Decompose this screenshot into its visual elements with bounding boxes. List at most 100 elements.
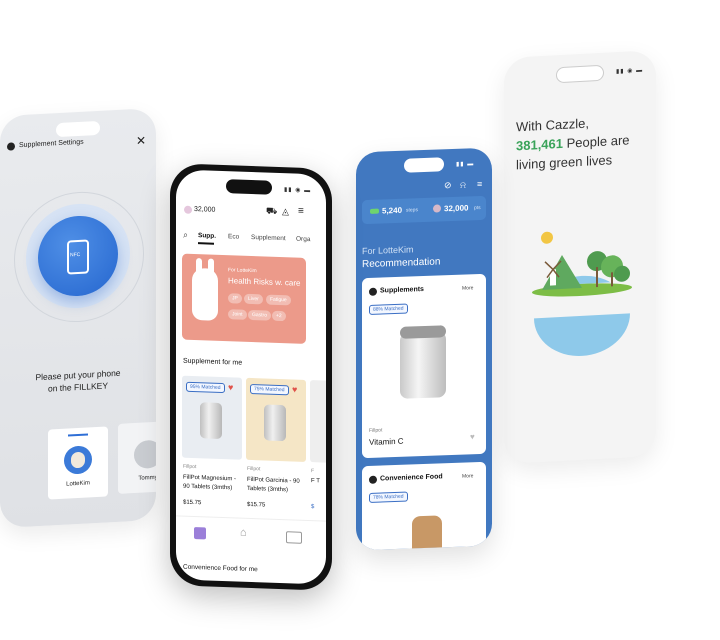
product-brand: Fillpot (369, 427, 383, 434)
tab-supplement[interactable]: Supplement (251, 234, 286, 242)
supplements-icon (369, 287, 377, 296)
heart-icon[interactable]: ♥ (292, 384, 297, 394)
risk-tag: Joint (228, 309, 247, 320)
phone-notch (56, 120, 100, 138)
greeting: For LotteKim (362, 244, 414, 257)
points-unit: pts (474, 205, 481, 212)
food-image (412, 515, 442, 551)
eco-illustration (532, 231, 632, 356)
banner-title: Health Risks w. care (228, 276, 301, 288)
product-name: FillPot Magnesium - 90 Tablets (3mths) (183, 474, 237, 492)
home-screen: ▮▮ ◉ ▬ 32,000 ⛟ ◬ ≡ ⌕ Supp. Eco Suppleme… (176, 169, 326, 585)
phone-supplement-settings: Supplement Settings ✕ NFC Please put you… (0, 107, 156, 529)
home-icon[interactable]: ⌂ (240, 527, 247, 539)
coin-icon (184, 205, 192, 214)
product-name: FillPot Garcinia - 90 Tablets (3mths) (247, 476, 300, 494)
health-banner[interactable]: For LotteKim Health Risks w. care JP Liv… (182, 253, 306, 344)
recommendation-title: Recommendation (362, 256, 441, 271)
selected-indicator (68, 433, 88, 437)
more-link[interactable]: More (462, 285, 473, 291)
avatar (134, 439, 156, 470)
headline-line-3: living green lives (516, 152, 613, 173)
product-card[interactable]: 75% Matched ♥ (246, 377, 306, 462)
heart-icon[interactable]: ♥ (228, 382, 233, 392)
risk-tag: +2 (272, 310, 286, 322)
bunny-ear (196, 258, 202, 275)
profile-card-lottekim[interactable]: LotteKim (48, 426, 108, 500)
product-image (200, 402, 222, 439)
risk-tag: Gastro (248, 309, 272, 321)
tab-eco[interactable]: Eco (228, 233, 239, 240)
match-badge: 88% Matched (369, 303, 408, 315)
phone-cazzle-green: ▮▮ ◉ ▬ With Cazzle, 381,461 People are l… (504, 50, 656, 464)
headline-suffix: People are (566, 132, 630, 151)
search-icon[interactable]: ⌕ (183, 230, 188, 241)
points-value: 32,000 (444, 203, 469, 214)
sun-icon (541, 231, 553, 244)
cart-icon[interactable]: ⛟ (266, 206, 277, 218)
card-title: Convenience Food (380, 473, 443, 483)
status-icons: ▮▮ ◉ ▬ (616, 67, 644, 76)
bell-icon[interactable]: ⍾ (460, 180, 466, 191)
bottom-section-title: Convenience Food for me (183, 563, 258, 574)
close-icon[interactable]: ✕ (136, 133, 146, 148)
profile-card-tommy[interactable]: Tommy (118, 420, 156, 494)
status-icons: ▮▮ ◉ ▬ (284, 187, 312, 195)
product-brand: F (311, 468, 315, 475)
product-cap (400, 325, 446, 339)
bottom-nav: ⌂ (176, 515, 326, 558)
match-badge: 95% Matched (186, 381, 225, 394)
product-image (400, 331, 446, 399)
bunny-ear (208, 258, 214, 275)
match-badge: 78% Matched (369, 491, 408, 503)
more-link[interactable]: More (462, 473, 473, 479)
risk-tag: Fatigue (266, 294, 291, 306)
risk-tag: Liver (244, 293, 263, 305)
menu-icon[interactable]: ≡ (477, 179, 482, 189)
id-card-icon[interactable] (286, 531, 302, 544)
nav-supplement-icon[interactable] (194, 527, 206, 540)
product-brand: Fillpot (183, 463, 197, 471)
section-title: Supplement for me (183, 357, 243, 367)
nfc-label: NFC (70, 251, 81, 259)
risk-tag: JP (228, 293, 242, 304)
banner-subtitle: For LotteKim (228, 267, 257, 275)
screen-title: Supplement Settings (19, 138, 84, 150)
tab-active-underline (198, 242, 214, 245)
profile-name: Tommy (138, 474, 156, 482)
headline-line-2: 381,461 People are (516, 132, 630, 153)
product-brand: Fillpot (247, 465, 261, 473)
product-image (264, 404, 286, 442)
dynamic-island (226, 179, 272, 195)
profile-name: LotteKim (66, 480, 90, 488)
heart-icon[interactable]: ♥ (470, 432, 475, 441)
headline-line-1: With Cazzle, (516, 115, 589, 135)
card-title: Supplements (380, 286, 424, 295)
product-name: Vitamin C (369, 436, 404, 447)
steps-icon (370, 208, 379, 214)
supplements-card[interactable]: Supplements More 88% Matched Fillpot Vit… (362, 273, 486, 459)
bunny-mascot (192, 267, 218, 321)
tab-supp[interactable]: Supp. (198, 232, 216, 240)
status-icons: ▮▮ ▬ (456, 161, 475, 168)
match-badge: 75% Matched (250, 383, 289, 396)
phone-recommendation: ▮▮ ▬ ⊘ ⍾ ≡ 5,240 steps 32,000 pts For Lo… (356, 147, 492, 551)
back-icon[interactable] (7, 142, 15, 151)
product-price: $15.75 (183, 499, 202, 507)
menu-icon[interactable]: ≡ (298, 206, 304, 217)
product-price: $ (311, 504, 315, 511)
food-icon (369, 475, 377, 484)
product-card[interactable] (310, 380, 326, 463)
convenience-food-card[interactable]: Convenience Food More 78% Matched (362, 461, 486, 551)
steps-value: 5,240 (382, 205, 403, 216)
phone-notch (404, 157, 444, 173)
bell-icon[interactable]: ◬ (282, 206, 289, 217)
steps-unit: steps (406, 207, 418, 214)
tab-organic[interactable]: Orga (296, 236, 310, 244)
points-value: 32,000 (194, 206, 216, 214)
phone-home: ▮▮ ◉ ▬ 32,000 ⛟ ◬ ≡ ⌕ Supp. Eco Suppleme… (170, 163, 332, 591)
phone-notch (556, 64, 604, 84)
product-card[interactable]: 95% Matched ♥ (182, 375, 242, 460)
product-price: $15.75 (247, 501, 266, 509)
link-icon[interactable]: ⊘ (444, 180, 452, 191)
